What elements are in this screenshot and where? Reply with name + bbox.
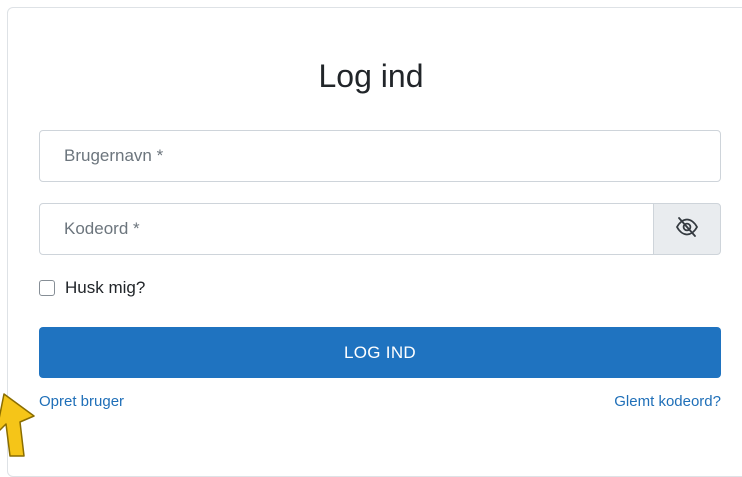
- eye-slash-icon: [675, 216, 699, 242]
- register-link[interactable]: Opret bruger: [39, 393, 124, 410]
- login-button[interactable]: LOG IND: [39, 327, 721, 378]
- pointer-arrow-icon: [0, 388, 36, 464]
- remember-me-checkbox[interactable]: [39, 280, 55, 296]
- remember-me-label: Husk mig?: [65, 278, 146, 297]
- password-input[interactable]: [39, 203, 654, 255]
- page-title: Log ind: [318, 58, 424, 94]
- password-visibility-toggle[interactable]: [653, 203, 721, 255]
- remember-me: Husk mig?: [39, 278, 145, 298]
- username-input[interactable]: [39, 130, 721, 182]
- forgot-password-link[interactable]: Glemt kodeord?: [614, 393, 721, 410]
